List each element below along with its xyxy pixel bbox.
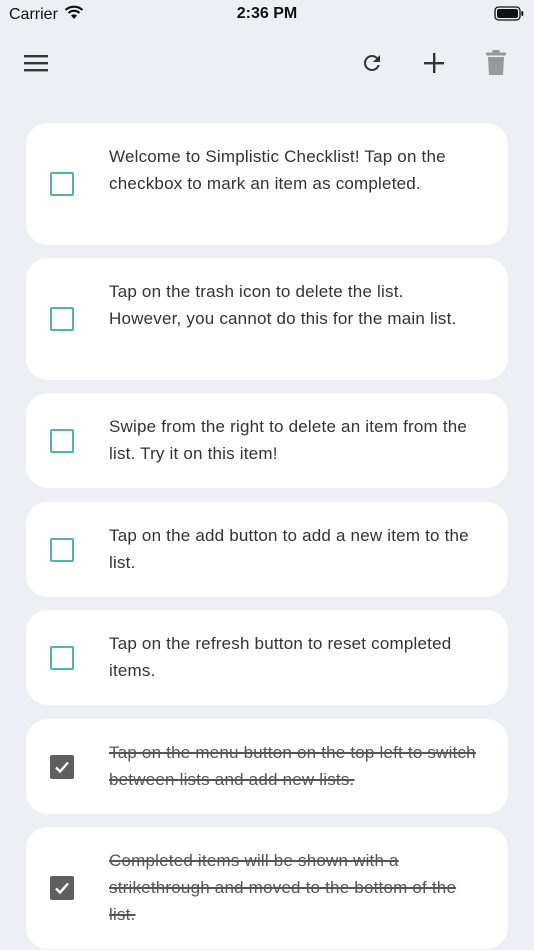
menu-button[interactable] (13, 40, 59, 86)
list-item[interactable]: Swipe from the right to delete an item f… (26, 393, 508, 488)
item-text: Welcome to Simplistic Checklist! Tap on … (109, 147, 446, 193)
trash-icon (486, 50, 506, 75)
status-bar: Carrier 2:36 PM (0, 0, 534, 28)
refresh-button[interactable] (349, 40, 395, 86)
item-text: Tap on the trash icon to delete the list… (109, 282, 457, 328)
item-text: Tap on the menu button on the top left t… (109, 743, 476, 789)
item-text: Swipe from the right to delete an item f… (109, 417, 468, 463)
item-checkbox[interactable] (50, 307, 74, 331)
checkmark-icon (55, 882, 69, 895)
battery-icon (494, 6, 524, 26)
item-checkbox[interactable] (50, 646, 74, 670)
list-item[interactable]: Tap on the refresh button to reset compl… (26, 610, 508, 705)
hamburger-menu-icon (24, 55, 48, 72)
list-item-completed[interactable]: Tap on the menu button on the top left t… (26, 719, 508, 814)
plus-icon (424, 53, 444, 73)
status-time: 2:36 PM (236, 5, 298, 22)
item-checkbox[interactable] (50, 538, 74, 562)
refresh-icon (363, 54, 380, 71)
list-item-completed[interactable]: Completed items will be shown with a str… (26, 827, 508, 949)
list-item[interactable]: Tap on the add button to add a new item … (26, 502, 508, 597)
item-checkbox[interactable] (50, 429, 74, 453)
list-item[interactable]: Welcome to Simplistic Checklist! Tap on … (26, 123, 508, 245)
toolbar (0, 40, 534, 86)
item-checkbox-checked[interactable] (50, 876, 74, 900)
item-checkbox-checked[interactable] (50, 755, 74, 779)
checkmark-icon (55, 761, 69, 774)
delete-list-button[interactable] (473, 40, 519, 86)
item-text: Completed items will be shown with a str… (109, 851, 457, 924)
item-text: Tap on the add button to add a new item … (109, 526, 469, 572)
item-text: Tap on the refresh button to reset compl… (109, 634, 452, 680)
add-item-button[interactable] (411, 40, 457, 86)
list-item[interactable]: Tap on the trash icon to delete the list… (26, 258, 508, 380)
item-checkbox[interactable] (50, 172, 74, 196)
